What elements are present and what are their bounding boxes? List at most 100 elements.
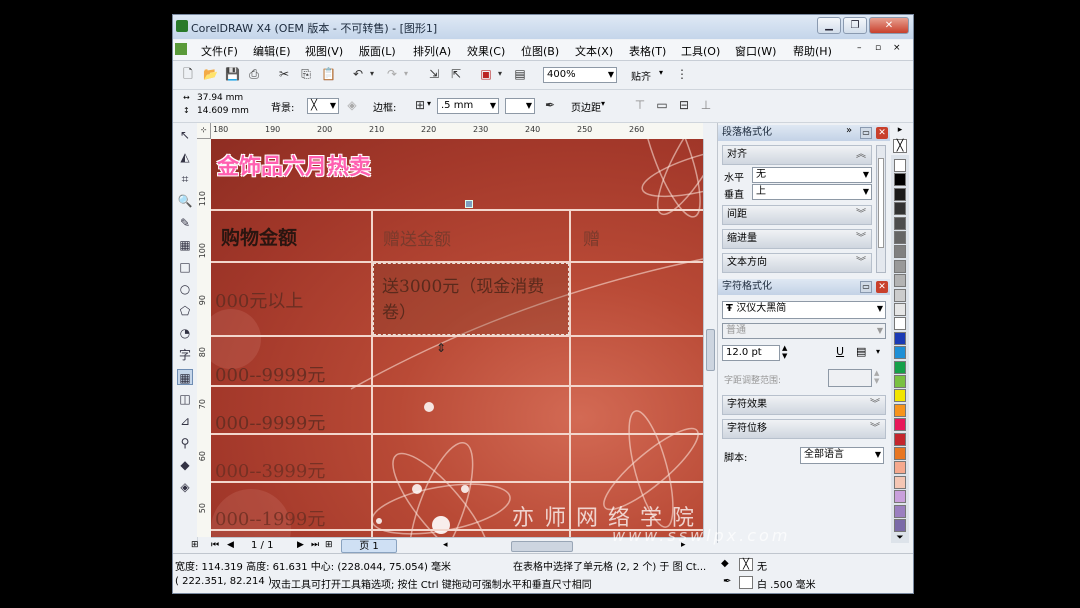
background-color-picker[interactable]: ╳ ▼ [307,98,339,114]
color-swatch[interactable] [894,231,906,244]
add-page-icon[interactable]: ⊞ [191,540,199,550]
font-size-input[interactable]: 12.0 pt [722,345,780,361]
outline-tool-icon[interactable]: ⚲ [177,435,193,451]
menu-text[interactable]: 文本(X) [575,43,613,59]
interactive-blend-tool-icon[interactable]: ◫ [177,391,193,407]
align-section[interactable]: 对齐 ︽ [722,145,872,165]
print-icon[interactable]: ⎙ [247,67,261,81]
polygon-tool-icon[interactable]: ⬠ [177,303,193,319]
margins-dropdown-icon[interactable]: ▾ [601,99,605,108]
outline-pen-icon[interactable]: ✒ [543,98,557,112]
kerning-stepper-icon[interactable]: ▲ ▼ [874,369,879,385]
color-swatch[interactable] [894,331,906,345]
color-swatch[interactable] [894,173,906,187]
kerning-input[interactable] [828,369,872,387]
horizontal-ruler[interactable]: 180 190 200 210 220 230 240 250 260 [211,123,703,140]
open-folder-icon[interactable]: 📂 [203,67,218,81]
launcher-dropdown-icon[interactable]: ▾ [493,67,507,81]
text-color-icon[interactable]: ▤ [856,345,866,358]
color-swatch[interactable] [894,288,906,302]
copy-icon[interactable]: ⎘ [299,67,313,81]
menu-tools[interactable]: 工具(O) [681,43,720,59]
palette-scroll-up-icon[interactable]: ▸ [891,125,909,139]
vertical-ruler[interactable]: 110 100 90 80 70 60 50 [197,139,212,537]
color-swatch[interactable] [894,490,906,504]
interactive-fill-tool-icon[interactable]: ◈ [177,479,193,495]
text-direction-section[interactable]: 文本方向 ︾ [722,253,872,273]
redo-dropdown-icon[interactable]: ▾ [399,67,413,81]
close-button[interactable]: ✕ [869,17,909,34]
border-dropdown-icon[interactable]: ▾ [427,99,431,108]
border-select-icon[interactable]: ⊞ [413,98,427,112]
doc-close-icon[interactable]: × [893,43,901,53]
last-page-icon[interactable]: ⏭ [311,540,319,550]
doc-minimize-icon[interactable]: – [857,43,862,53]
menu-view[interactable]: 视图(V) [305,43,343,59]
ruler-origin-icon[interactable]: ⊹ [197,123,211,139]
table-cell[interactable]: 000--3999元 [215,457,325,483]
color-swatch[interactable] [894,360,906,374]
split-vertical-icon[interactable]: ⊥ [699,98,713,112]
color-swatch[interactable] [894,475,906,489]
color-swatch[interactable] [894,519,906,532]
redo-icon[interactable]: ↷ [385,67,399,81]
text-color-dropdown-icon[interactable]: ▾ [876,347,880,356]
color-swatch[interactable] [894,389,906,403]
next-page-icon[interactable]: ▶ [297,540,304,550]
menu-window[interactable]: 窗口(W) [735,43,776,59]
underline-icon[interactable]: U [836,345,844,358]
maximize-button[interactable]: ❐ [843,17,867,34]
selection-handle[interactable] [465,200,473,208]
doc-restore-icon[interactable]: ▫ [875,43,881,53]
new-document-icon[interactable]: 🗋 [181,67,195,81]
application-launcher-icon[interactable]: ▣ [479,67,493,81]
table-cell[interactable]: 000--9999元 [215,409,325,435]
text-tool-icon[interactable]: 字 [177,347,193,363]
color-swatch[interactable] [894,504,906,518]
color-swatch[interactable] [894,346,906,360]
no-color-swatch[interactable]: ╳ [893,139,907,153]
crop-tool-icon[interactable]: ⌗ [177,171,193,187]
cut-icon[interactable]: ✂ [277,67,291,81]
object-width[interactable]: 37.94 mm [197,93,243,103]
edit-fill-icon[interactable]: ◈ [345,98,359,112]
color-swatch[interactable] [894,461,906,475]
font-style-select[interactable]: 普通 ▼ [722,323,886,339]
eyedropper-tool-icon[interactable]: ⊿ [177,413,193,429]
palette-scroll-down-icon[interactable]: ⏷ [891,533,909,545]
freehand-tool-icon[interactable]: ✎ [177,215,193,231]
color-swatch[interactable] [894,375,906,388]
border-width-combo[interactable]: .5 mm ▼ [437,98,499,114]
docker-minimize-icon[interactable]: ▭ [860,127,872,139]
selected-table-cell[interactable]: 送3000元（现金消费卷） [373,263,569,335]
table-header-cell[interactable]: 购物金额 [221,223,297,250]
table-cell[interactable]: 000元以上 [215,287,303,313]
indent-section[interactable]: 缩进量 ︾ [722,229,872,249]
character-effects-section[interactable]: 字符效果 ︾ [722,395,886,415]
color-swatch[interactable] [894,303,906,316]
menu-effects[interactable]: 效果(C) [467,43,505,59]
scroll-left-icon[interactable]: ◂ [443,540,448,550]
first-page-icon[interactable]: ⏮ [211,540,219,550]
docker-close-icon[interactable]: ✕ [876,281,888,293]
menu-arrange[interactable]: 排列(A) [413,43,451,59]
table-header-cell[interactable]: 赠送金额 [383,225,451,250]
align-top-icon[interactable]: ⊤ [633,98,647,112]
color-swatch[interactable] [894,245,906,259]
pick-tool-icon[interactable]: ↖ [177,127,193,143]
paragraph-docker-scrollbar[interactable] [876,145,886,273]
horizontal-align-select[interactable]: 无 ▼ [752,167,872,183]
table-cell[interactable]: 000--9999元 [215,361,325,387]
scroll-thumb[interactable] [878,158,884,248]
menu-layout[interactable]: 版面(L) [359,43,396,59]
snap-to-label[interactable]: 贴齐 [631,68,651,83]
drawing-canvas[interactable]: 金饰品六月热卖 购物金额 赠送金额 赠 000元以上 000--9999元 00… [211,139,703,537]
table-header-cell[interactable]: 赠 [583,225,600,250]
docker-close-icon[interactable]: ✕ [876,127,888,139]
color-swatch[interactable] [894,274,906,288]
color-swatch[interactable] [894,432,906,446]
spacing-section[interactable]: 间距 ︾ [722,205,872,225]
color-swatch[interactable] [894,403,906,417]
outline-swatch[interactable] [739,576,753,589]
color-swatch[interactable] [894,259,906,273]
